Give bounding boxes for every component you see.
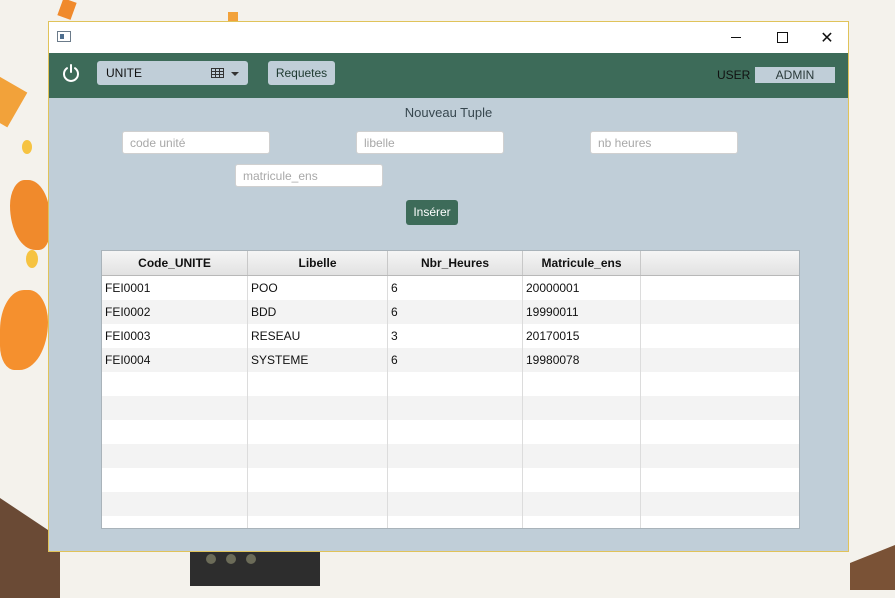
user-label: USER [717, 68, 751, 82]
data-table: Code_UNITE Libelle Nbr_Heures Matricule_… [101, 250, 800, 529]
table-row[interactable]: FEI0002 BDD 6 19990011 [102, 300, 799, 324]
wallpaper-ground [850, 545, 895, 590]
table-row[interactable]: FEI0003 RESEAU 3 20170015 [102, 324, 799, 348]
toolbar: UNITE Requetes USER ADMIN [49, 53, 848, 98]
table-cell: 19990011 [523, 300, 641, 324]
table-cell: 6 [388, 300, 523, 324]
table-select[interactable]: UNITE [97, 61, 248, 85]
empty-row [102, 372, 799, 396]
wallpaper-shape [0, 290, 48, 370]
table-cell: FEI0002 [102, 300, 248, 324]
wallpaper-dot [206, 554, 216, 564]
table-row[interactable]: FEI0001 POO 6 20000001 [102, 276, 799, 300]
empty-row [102, 420, 799, 444]
table-cell [641, 348, 799, 372]
wallpaper-dot [226, 554, 236, 564]
empty-row [102, 492, 799, 516]
maximize-button[interactable] [759, 22, 805, 53]
table-cell: 20000001 [523, 276, 641, 300]
chevron-down-icon [231, 72, 239, 76]
column-header[interactable]: Code_UNITE [102, 251, 248, 275]
table-cell: 6 [388, 348, 523, 372]
table-cell: FEI0003 [102, 324, 248, 348]
empty-row [102, 468, 799, 492]
title-bar[interactable]: ✕ [49, 22, 848, 53]
table-grid-icon [211, 68, 224, 78]
table-cell: 6 [388, 276, 523, 300]
table-row[interactable]: FEI0004 SYSTEME 6 19980078 [102, 348, 799, 372]
wallpaper-shape [0, 72, 28, 128]
matricule-ens-input[interactable] [235, 164, 383, 187]
table-header: Code_UNITE Libelle Nbr_Heures Matricule_… [102, 251, 799, 276]
minimize-icon [731, 37, 741, 38]
user-value: ADMIN [755, 67, 835, 83]
table-cell [641, 300, 799, 324]
table-cell: 20170015 [523, 324, 641, 348]
table-cell [641, 324, 799, 348]
column-header[interactable]: Libelle [248, 251, 388, 275]
minimize-button[interactable] [713, 22, 759, 53]
form-title: Nouveau Tuple [404, 105, 493, 120]
insert-button[interactable]: Insérer [406, 200, 458, 225]
power-icon[interactable] [61, 63, 81, 83]
table-cell: FEI0004 [102, 348, 248, 372]
empty-row [102, 516, 799, 528]
table-cell: FEI0001 [102, 276, 248, 300]
table-cell: RESEAU [248, 324, 388, 348]
maximize-icon [776, 32, 788, 43]
table-cell [641, 276, 799, 300]
app-window: ✕ UNITE Requetes USER ADMIN Nouveau Tupl… [48, 21, 849, 552]
column-header[interactable]: Nbr_Heures [388, 251, 523, 275]
libelle-input[interactable] [356, 131, 504, 154]
requetes-button[interactable]: Requetes [268, 61, 335, 85]
empty-row [102, 444, 799, 468]
app-icon [57, 31, 71, 42]
column-header-filler [641, 251, 799, 275]
wallpaper-shape [26, 250, 38, 268]
table-cell: BDD [248, 300, 388, 324]
close-button[interactable]: ✕ [804, 22, 850, 53]
wallpaper-shape [22, 140, 32, 154]
table-cell: SYSTEME [248, 348, 388, 372]
wallpaper-shape [10, 180, 50, 250]
close-icon: ✕ [820, 29, 834, 47]
table-select-value: UNITE [106, 66, 142, 80]
code-unite-input[interactable] [122, 131, 270, 154]
wallpaper-shape [57, 0, 77, 20]
column-header[interactable]: Matricule_ens [523, 251, 641, 275]
table-cell: 3 [388, 324, 523, 348]
table-cell: POO [248, 276, 388, 300]
wallpaper-dot [246, 554, 256, 564]
nb-heures-input[interactable] [590, 131, 738, 154]
table-cell: 19980078 [523, 348, 641, 372]
empty-row [102, 396, 799, 420]
